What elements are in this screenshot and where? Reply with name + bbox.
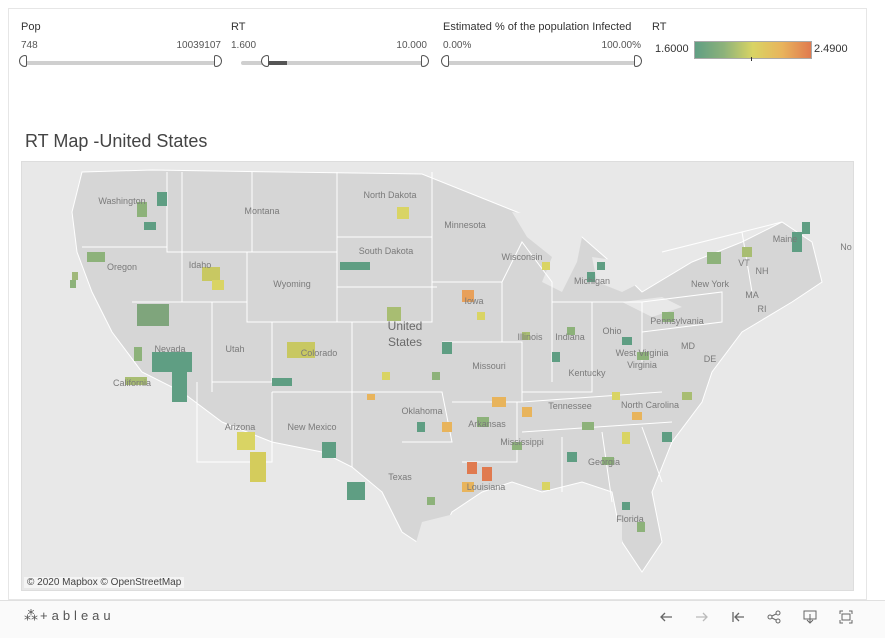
label-west-virginia: West Virginia xyxy=(616,348,669,358)
label-virginia: Virginia xyxy=(627,360,657,370)
legend-tick xyxy=(751,57,752,61)
label-texas: Texas xyxy=(388,472,412,482)
label-indiana: Indiana xyxy=(555,332,585,342)
label-ma: MA xyxy=(745,290,759,300)
legend-min-label: 1.6000 xyxy=(655,43,689,55)
redo-icon[interactable] xyxy=(690,605,714,629)
label-north-dakota: North Dakota xyxy=(363,190,416,200)
color-legend-bar xyxy=(694,41,812,59)
share-icon[interactable] xyxy=(762,605,786,629)
pop-filter: Pop 748 10039107 xyxy=(19,21,222,67)
label-montana: Montana xyxy=(244,206,279,216)
map-attribution[interactable]: © 2020 Mapbox © OpenStreetMap xyxy=(24,577,185,588)
label-new-mexico: New Mexico xyxy=(287,422,336,432)
label-md: MD xyxy=(681,341,695,351)
label-wisconsin: Wisconsin xyxy=(501,252,542,262)
fullscreen-icon[interactable] xyxy=(834,605,858,629)
pop-filter-title: Pop xyxy=(21,21,41,33)
rt-filter-title: RT xyxy=(231,21,246,33)
tableau-toolbar: ⁂ +ableau xyxy=(0,600,885,638)
label-florida: Florida xyxy=(616,514,644,524)
infected-filter: Estimated % of the population Infected 0… xyxy=(441,21,642,67)
label-nevada: Nevada xyxy=(154,344,185,354)
pop-max-label: 10039107 xyxy=(176,40,222,51)
legend-max-label: 2.4900 xyxy=(814,43,848,55)
label-de: DE xyxy=(704,354,717,364)
label-arizona: Arizona xyxy=(225,422,256,432)
label-michigan: Michigan xyxy=(574,276,610,286)
label-pennsylvania: Pennsylvania xyxy=(650,316,704,326)
viz-frame: Pop 748 10039107 RT 1.600 10.000 Estimat… xyxy=(8,8,867,600)
label-arkansas: Arkansas xyxy=(468,419,506,429)
undo-icon[interactable] xyxy=(654,605,678,629)
label-illinois: Illinois xyxy=(517,332,543,342)
tableau-logo-icon: ⁂ xyxy=(24,607,38,623)
label-wyoming: Wyoming xyxy=(273,279,310,289)
label-north-carolina: North Carolina xyxy=(621,400,679,410)
label-oregon: Oregon xyxy=(107,262,137,272)
tableau-logo-text: +ableau xyxy=(40,608,115,623)
infected-min-label: 0.00% xyxy=(443,40,472,51)
infected-slider-track[interactable] xyxy=(441,55,642,67)
rt-slider-max-handle[interactable] xyxy=(421,55,429,67)
label-washington: Washington xyxy=(98,196,145,206)
pop-slider-max-handle[interactable] xyxy=(214,55,222,67)
legend-title: RT xyxy=(652,21,667,33)
label-georgia: Georgia xyxy=(588,457,620,467)
infected-filter-title: Estimated % of the population Infected xyxy=(443,21,632,33)
rt-slider-track[interactable] xyxy=(241,55,429,67)
map-title: RT Map -United States xyxy=(25,131,208,151)
label-tennessee: Tennessee xyxy=(548,401,592,411)
label-new-york: New York xyxy=(691,279,730,289)
label-oklahoma: Oklahoma xyxy=(401,406,442,416)
rt-slider-min-handle[interactable] xyxy=(261,55,269,67)
infected-slider-min-handle[interactable] xyxy=(441,55,449,67)
pop-slider-min-handle[interactable] xyxy=(19,55,27,67)
label-louisiana: Louisiana xyxy=(467,482,506,492)
label-colorado: Colorado xyxy=(301,348,338,358)
pop-min-label: 748 xyxy=(21,40,38,51)
country-label-line1: United xyxy=(388,319,423,333)
tableau-logo[interactable]: ⁂ +ableau xyxy=(24,607,115,624)
label-missouri: Missouri xyxy=(472,361,506,371)
rt-filter: RT 1.600 10.000 xyxy=(231,21,429,67)
country-label-line2: States xyxy=(388,335,422,349)
label-california: California xyxy=(113,378,151,388)
label-ri: RI xyxy=(758,304,767,314)
label-idaho: Idaho xyxy=(189,260,212,270)
label-utah: Utah xyxy=(225,344,244,354)
label-south-dakota: South Dakota xyxy=(359,246,414,256)
rt-max-label: 10.000 xyxy=(396,40,427,51)
revert-icon[interactable] xyxy=(726,605,750,629)
label-vt: VT xyxy=(738,258,750,268)
infected-max-label: 100.00% xyxy=(601,40,641,51)
label-maine: Maine xyxy=(773,234,798,244)
pop-slider-track[interactable] xyxy=(19,55,222,67)
label-nh: NH xyxy=(756,266,769,276)
label-minnesota: Minnesota xyxy=(444,220,486,230)
infected-slider-max-handle[interactable] xyxy=(634,55,642,67)
us-map[interactable]: Washington Montana North Dakota Minnesot… xyxy=(22,162,853,590)
label-kentucky: Kentucky xyxy=(568,368,606,378)
label-no: No xyxy=(840,242,852,252)
label-ohio: Ohio xyxy=(602,326,621,336)
download-icon[interactable] xyxy=(798,605,822,629)
rt-map[interactable]: Washington Montana North Dakota Minnesot… xyxy=(21,161,854,591)
label-mississippi: Mississippi xyxy=(500,437,544,447)
rt-min-label: 1.600 xyxy=(231,40,257,51)
label-iowa: Iowa xyxy=(464,296,483,306)
